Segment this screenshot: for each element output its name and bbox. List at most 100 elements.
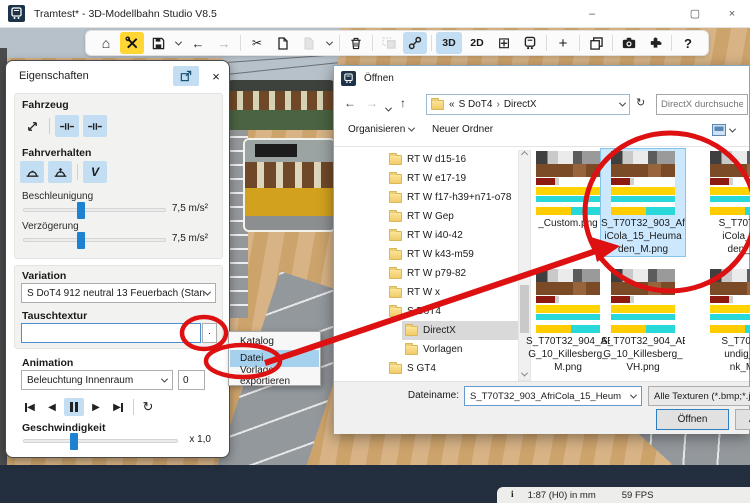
file-item[interactable]: _Custom.png (526, 149, 610, 256)
speed-slider[interactable] (23, 433, 178, 450)
animation-frame-input[interactable]: 0 (178, 370, 205, 390)
menu-item-katalog[interactable]: Katalog (230, 333, 319, 350)
open-button[interactable]: Öffnen (656, 409, 729, 430)
tauschtextur-input[interactable] (21, 323, 201, 343)
chevron-down-icon (325, 38, 333, 46)
file-item[interactable]: S_T70T32iCola_15den_V (700, 149, 750, 256)
undo-button[interactable]: ← (186, 32, 210, 54)
breadcrumb[interactable]: « S DoT4 › DirectX (426, 94, 630, 115)
slider-thumb[interactable] (77, 202, 85, 219)
tree-item[interactable]: RT W k43-m59 (336, 245, 518, 264)
grid-view-button[interactable]: ⊞ (492, 32, 516, 54)
pantograph-up-button-active[interactable] (48, 161, 72, 183)
close-panel-button[interactable]: × (206, 66, 226, 86)
screenshot-button[interactable] (617, 32, 641, 54)
slider-thumb[interactable] (70, 433, 78, 450)
add-object-button[interactable]: + (551, 32, 575, 54)
chevron-down-icon[interactable] (618, 99, 627, 107)
file-item[interactable]: S_T70T32_904_AE G_10_Killesberg_ M.png (526, 267, 610, 374)
file-item-selected[interactable]: S_T70T32_903_Afr iCola_15_Heuma den_M.png (600, 148, 686, 257)
save-button[interactable] (146, 32, 170, 54)
vehicle-view-button[interactable] (518, 32, 542, 54)
nav-back-button[interactable]: ← (344, 96, 356, 110)
variation-select[interactable]: S DoT4 912 neutral 13 Feuerbach (Standar (21, 283, 216, 303)
breadcrumb-prefix[interactable]: « (449, 99, 455, 110)
breadcrumb-current[interactable]: DirectX (504, 99, 537, 110)
plugins-button[interactable] (643, 32, 667, 54)
tree-item[interactable]: RT W f17-h39+n71-o78 (336, 188, 518, 207)
help-button[interactable]: ? (676, 32, 700, 54)
acceleration-slider[interactable] (23, 202, 166, 219)
cut-button[interactable]: ✂ (245, 32, 269, 54)
duplicate-button[interactable] (584, 32, 608, 54)
home-button[interactable]: ⌂ (94, 32, 118, 54)
coupling-front-button-active[interactable] (55, 115, 79, 137)
properties-panel: Eigenschaften × Fahrzeug Fahrverhalten V… (5, 60, 230, 458)
play-button[interactable]: ▶ (86, 398, 106, 416)
acceleration-value: 7,5 m/s² (171, 203, 208, 214)
coupling-rear-button-active[interactable] (83, 115, 107, 137)
search-input[interactable] (657, 95, 747, 114)
tree-item[interactable]: Vorlagen (336, 340, 518, 359)
tauschtextur-browse-button[interactable]: · (202, 323, 217, 343)
view-3d-button-active[interactable]: 3D (436, 32, 462, 54)
link-button-active[interactable] (403, 32, 427, 54)
slider-thumb[interactable] (77, 232, 85, 249)
close-button[interactable]: × (712, 0, 750, 27)
organize-menu[interactable]: Organisieren (348, 124, 416, 135)
view-2d-button[interactable]: 2D (464, 32, 490, 54)
resize-vehicle-button[interactable] (20, 115, 44, 137)
tree-item[interactable]: RT W e17-19 (336, 169, 518, 188)
file-item[interactable]: S_T70T32_904_AE G_10_Killesberg_ VH.png (601, 267, 685, 374)
scene-tram-yellow-selected[interactable] (243, 138, 336, 232)
nav-history-dropdown[interactable] (384, 101, 393, 115)
skip-end-button[interactable]: ▶ (108, 398, 128, 416)
skip-start-button[interactable]: ◀ (20, 398, 40, 416)
group-button-disabled[interactable] (377, 32, 401, 54)
minimize-button[interactable]: – (572, 0, 612, 27)
animation-select[interactable]: Beleuchtung Innenraum (21, 370, 173, 390)
file-thumbnail (710, 151, 750, 215)
cancel-button[interactable]: Ab (735, 409, 750, 430)
nav-up-button[interactable]: ↑ (400, 96, 406, 110)
pantograph-down-button-active[interactable] (20, 161, 44, 183)
tree-item[interactable]: S GT4 (336, 359, 518, 378)
forward-arrow-icon: → (217, 35, 231, 51)
toolbar-divider (339, 35, 340, 51)
step-back-button[interactable]: ◀ (42, 398, 62, 416)
filetype-combo[interactable]: Alle Texturen (*.bmp;*.j (648, 386, 750, 406)
tree-item-selected[interactable]: DirectX (336, 321, 518, 340)
menu-item-vorlage-exportieren[interactable]: Vorlage exportieren (230, 365, 319, 387)
nav-forward-button[interactable]: → (366, 96, 378, 110)
maximize-button[interactable]: ▢ (675, 0, 715, 27)
save-dropdown[interactable] (172, 32, 184, 54)
tree-item[interactable]: S DoT4 (336, 302, 518, 321)
speed-curve-button-active[interactable]: V (83, 161, 107, 183)
dialog-separator (334, 146, 749, 147)
breadcrumb-parent[interactable]: S DoT4 (459, 99, 493, 110)
redo-button-disabled[interactable]: → (212, 32, 236, 54)
loop-button[interactable]: ↻ (138, 398, 158, 416)
file-item[interactable]: S_T70T3undig_2nk_M (700, 267, 750, 374)
tree-item[interactable]: RT W i40-42 (336, 226, 518, 245)
tools-button-active[interactable] (120, 32, 144, 54)
file-thumbnail (536, 269, 600, 333)
new-folder-button[interactable]: Neuer Ordner (432, 124, 493, 135)
deceleration-slider[interactable] (23, 232, 166, 249)
filename-combo[interactable]: S_T70T32_903_AfriCola_15_Heum (464, 386, 642, 406)
tree-item[interactable]: RT W p79-82 (336, 264, 518, 283)
view-options-button[interactable] (712, 124, 737, 136)
folder-icon (431, 97, 444, 110)
copy-button[interactable] (271, 32, 295, 54)
tree-item[interactable]: RT W d15-16 (336, 150, 518, 169)
paste-dropdown[interactable] (323, 32, 335, 54)
popout-panel-button[interactable] (173, 66, 199, 86)
paste-button-disabled[interactable] (297, 32, 321, 54)
delete-button[interactable] (344, 32, 368, 54)
refresh-button[interactable]: ↻ (636, 96, 645, 109)
tree-item[interactable]: RT W x (336, 283, 518, 302)
3d-label: 3D (442, 37, 456, 49)
variation-label: Variation (22, 270, 67, 282)
pause-button-active[interactable] (64, 398, 84, 416)
tree-item[interactable]: RT W Gep (336, 207, 518, 226)
